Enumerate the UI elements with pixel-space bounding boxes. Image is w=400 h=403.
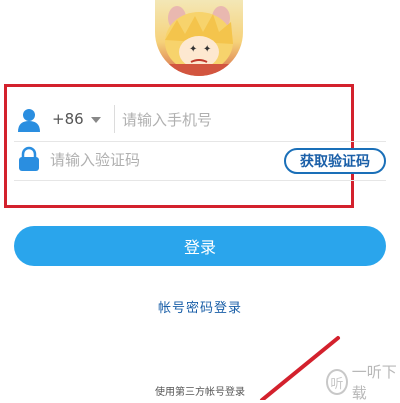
watermark-logo-icon: 听 (326, 369, 348, 395)
verification-code-input[interactable] (48, 144, 272, 176)
login-button[interactable]: 登录 (14, 226, 386, 266)
phone-input[interactable] (120, 104, 344, 136)
divider (114, 105, 115, 133)
watermark-text: 一听下载 (351, 363, 397, 402)
user-avatar[interactable]: ✦ ✦ (155, 0, 243, 76)
chevron-down-icon[interactable] (91, 117, 101, 123)
watermark: 听 一听下载 (326, 363, 400, 402)
svg-text:✦: ✦ (203, 44, 211, 55)
password-login-link[interactable]: 帐号密码登录 (0, 297, 400, 316)
code-row-divider (14, 180, 386, 181)
country-code[interactable]: +86 (52, 110, 84, 128)
avatar-illustration: ✦ ✦ (159, 6, 239, 76)
phone-row-divider (14, 141, 386, 142)
person-icon (18, 109, 40, 132)
get-code-button[interactable]: 获取验证码 (284, 148, 386, 174)
svg-text:✦: ✦ (189, 44, 197, 55)
lock-icon (19, 146, 39, 171)
